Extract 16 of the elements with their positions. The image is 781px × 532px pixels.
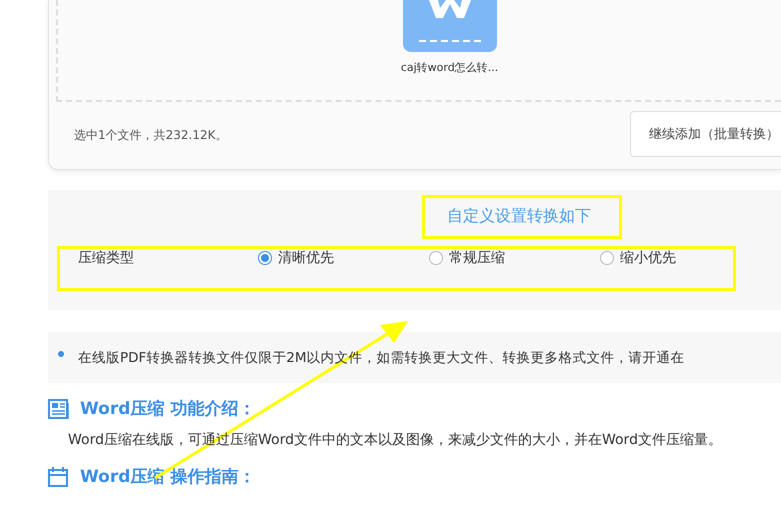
radio-option[interactable]: 缩小优先 xyxy=(600,249,676,267)
section-paragraph: Word压缩在线版，可通过压缩Word文件中的文本以及图像，来减少文件的大小，并在Word文件压缩量。 xyxy=(68,431,723,450)
selection-summary: 选中1个文件，共232.12K。 xyxy=(74,127,228,144)
bullet-icon xyxy=(58,350,64,356)
radio-option[interactable]: 常规压缩 xyxy=(429,249,505,267)
radio-icon[interactable] xyxy=(258,251,272,265)
radio-icon[interactable] xyxy=(429,251,443,265)
calendar-icon xyxy=(48,466,70,486)
compression-type-label: 压缩类型 xyxy=(78,249,135,267)
section-heading: Word压缩 功能介绍： xyxy=(80,398,256,420)
settings-title: 自定义设置转换如下 xyxy=(447,206,591,227)
radio-option[interactable]: 清晰优先 xyxy=(258,249,334,267)
radio-icon[interactable] xyxy=(600,251,614,265)
add-files-button[interactable]: 继续添加（批量转换） xyxy=(630,110,781,156)
file-name: caj转word怎么转... xyxy=(400,60,498,75)
document-icon xyxy=(48,398,70,418)
